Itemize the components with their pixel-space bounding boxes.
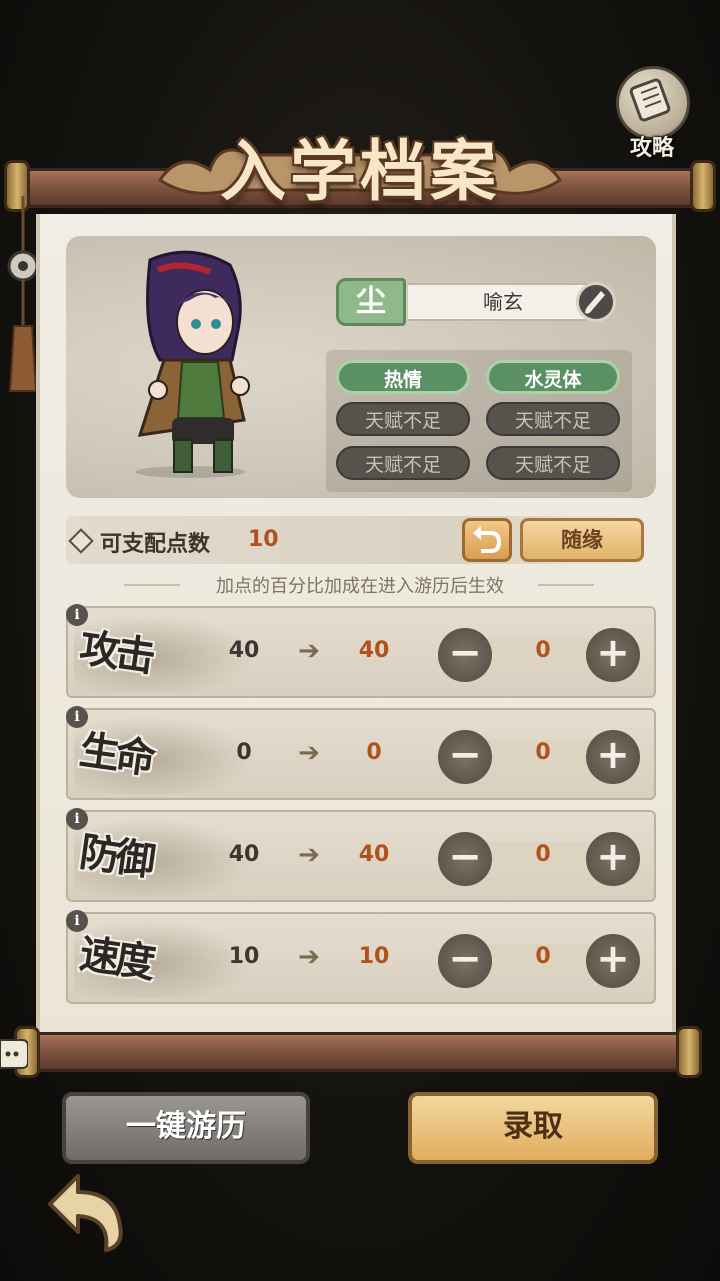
- stat-alloc-value: 0: [535, 740, 551, 765]
- divider: [124, 584, 180, 586]
- scroll-bottom-rod: [24, 1032, 700, 1072]
- admit-button[interactable]: 录取: [408, 1092, 658, 1164]
- bonus-note: 加点的百分比加成在进入游历后生效: [216, 576, 504, 597]
- stat-result-value: 40: [358, 842, 390, 867]
- trait-grid: 热情 水灵体 天赋不足 天赋不足 天赋不足 天赋不足: [326, 350, 632, 492]
- stat-base-value: 10: [228, 944, 260, 969]
- trait-slot-empty[interactable]: 天赋不足: [486, 402, 620, 436]
- decrease-button[interactable]: −: [438, 628, 492, 682]
- increase-button[interactable]: +: [586, 832, 640, 886]
- character-portrait: [120, 250, 270, 480]
- guide-button[interactable]: 攻略: [612, 66, 692, 161]
- points-label: 可支配点数: [100, 532, 211, 557]
- decrease-button[interactable]: −: [438, 934, 492, 988]
- increase-button[interactable]: +: [586, 628, 640, 682]
- arrow-right-icon: ➔: [298, 942, 320, 972]
- stat-result-value: 40: [358, 638, 390, 663]
- scroll-bottom-cap-right: [676, 1026, 702, 1078]
- undo-icon: [473, 526, 502, 553]
- stat-base-value: 0: [236, 740, 252, 765]
- stat-row-defense: i 防御 40 ➔ 40 0 − +: [66, 808, 656, 902]
- decrease-button[interactable]: −: [438, 832, 492, 886]
- arrow-right-icon: ➔: [298, 840, 320, 870]
- increase-button[interactable]: +: [586, 934, 640, 988]
- stat-row-attack: i 攻击 40 ➔ 40 0 − +: [66, 604, 656, 698]
- character-name-field[interactable]: 喻玄: [408, 283, 598, 321]
- stat-alloc-value: 0: [535, 842, 551, 867]
- stat-result-value: 0: [366, 740, 382, 765]
- stat-base-value: 40: [228, 842, 260, 867]
- page-title: 入学档案: [220, 132, 500, 210]
- points-value: 10: [248, 527, 279, 552]
- quick-travel-button[interactable]: 一键游历: [62, 1092, 310, 1164]
- stat-alloc-value: 0: [535, 638, 551, 663]
- rank-badge: 尘: [336, 278, 406, 326]
- stat-row-health: i 生命 0 ➔ 0 0 − +: [66, 706, 656, 800]
- trait-tag[interactable]: 热情: [336, 360, 470, 394]
- back-button[interactable]: [40, 1164, 132, 1256]
- stat-row-speed: i 速度 10 ➔ 10 0 − +: [66, 910, 656, 1004]
- stat-base-value: 40: [228, 638, 260, 663]
- brush-icon[interactable]: [576, 282, 616, 322]
- tassel-ornament: [6, 196, 40, 396]
- trait-tag[interactable]: 水灵体: [486, 360, 620, 394]
- back-arrow-icon: [48, 1174, 123, 1252]
- guide-label: 攻略: [629, 136, 674, 161]
- scroll-icon: [616, 66, 690, 140]
- increase-button[interactable]: +: [586, 730, 640, 784]
- random-allocate-button[interactable]: 随缘: [520, 518, 644, 562]
- scroll-top-cap-right: [690, 160, 716, 212]
- trait-slot-empty[interactable]: 天赋不足: [486, 446, 620, 480]
- arrow-right-icon: ➔: [298, 738, 320, 768]
- trait-slot-empty[interactable]: 天赋不足: [336, 446, 470, 480]
- trait-slot-empty[interactable]: 天赋不足: [336, 402, 470, 436]
- stat-result-value: 10: [358, 944, 390, 969]
- name-row: 尘 喻玄: [336, 278, 620, 326]
- stat-alloc-value: 0: [535, 944, 551, 969]
- divider: [538, 584, 594, 586]
- reset-button[interactable]: [462, 518, 512, 562]
- decrease-button[interactable]: −: [438, 730, 492, 784]
- arrow-right-icon: ➔: [298, 636, 320, 666]
- chat-bubble-icon[interactable]: [0, 1032, 29, 1076]
